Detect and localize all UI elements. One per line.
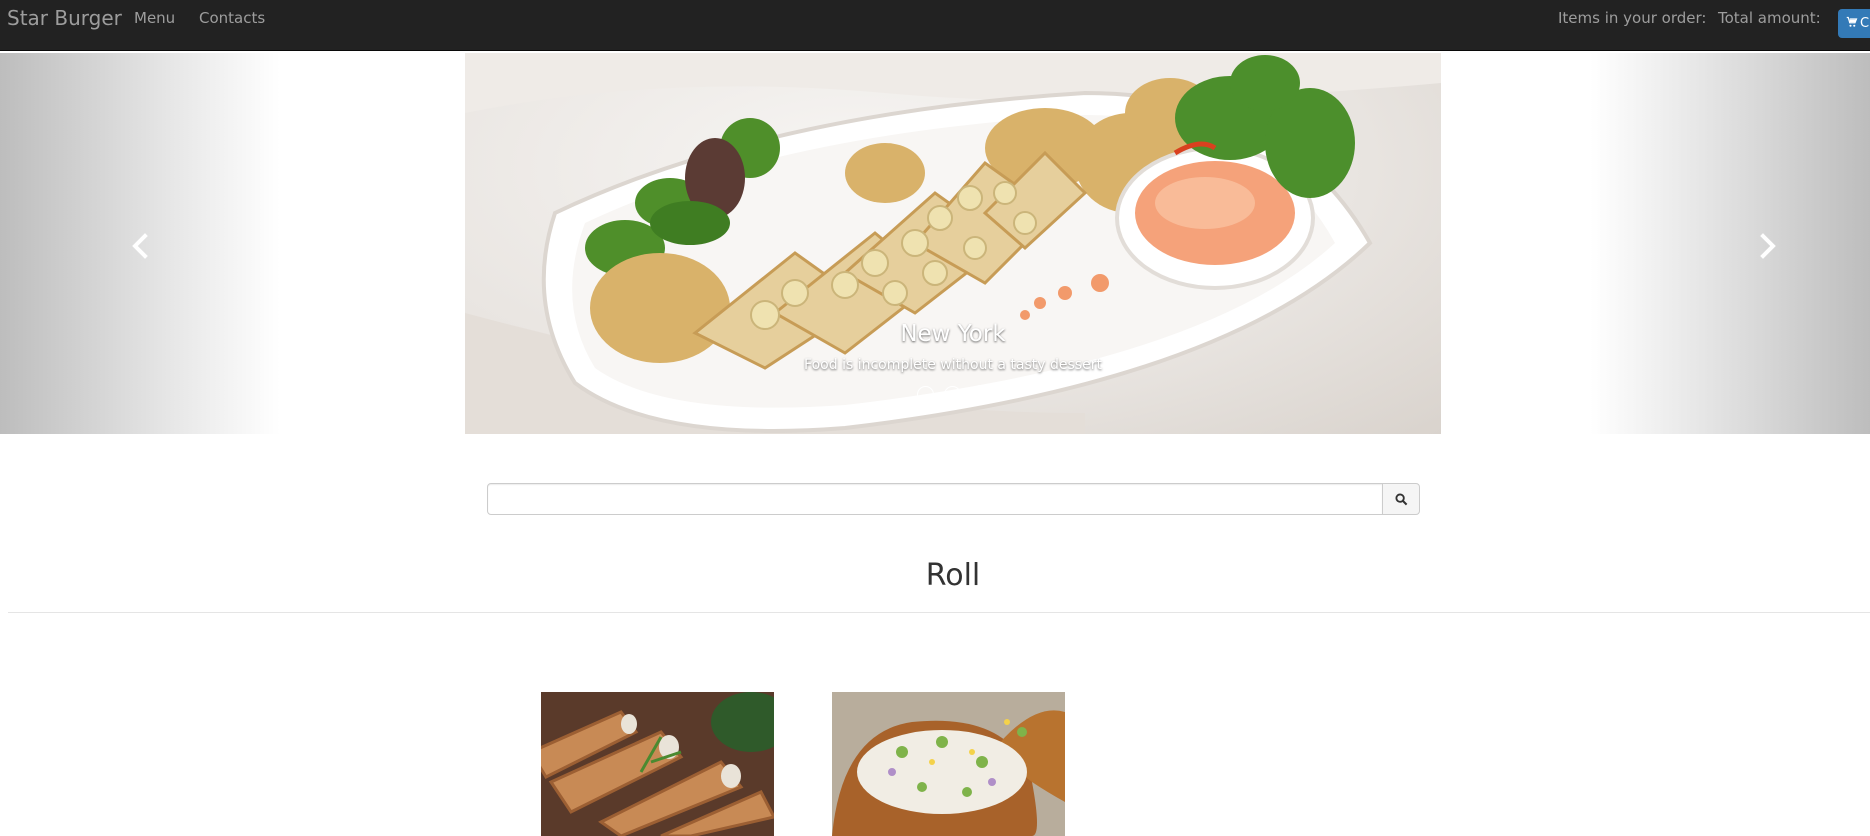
carousel: New York Food is incomplete without a ta… (0, 53, 1870, 434)
navbar: Star Burger Menu Contacts Items in your … (0, 0, 1870, 51)
food-platter-image (465, 53, 1441, 434)
lobster-roll-image (832, 692, 1065, 836)
chevron-left-icon (132, 233, 148, 259)
nav-link-menu[interactable]: Menu (134, 9, 175, 27)
product-image-2[interactable] (832, 692, 1065, 836)
carousel-indicators (465, 385, 1441, 404)
slide-title: New York (900, 321, 1006, 347)
carousel-next-button[interactable] (1752, 231, 1782, 261)
total-amount-label: Total amount: (1718, 9, 1821, 27)
search-icon (1394, 492, 1407, 505)
cart-icon (1846, 16, 1858, 32)
section-title: Roll (925, 558, 981, 593)
carousel-right-shade (1590, 53, 1870, 434)
search-button[interactable] (1382, 483, 1420, 515)
chevron-right-icon (1760, 233, 1776, 259)
section-divider (8, 612, 1870, 613)
order-items-label: Items in your order: (1558, 9, 1707, 27)
carousel-indicator-1[interactable] (916, 386, 934, 403)
carousel-prev-button[interactable] (126, 231, 156, 261)
carousel-indicator-2[interactable] (943, 386, 961, 403)
nav-link-contacts[interactable]: Contacts (199, 9, 265, 27)
search-input[interactable] (487, 483, 1383, 515)
product-image-1[interactable] (541, 692, 774, 836)
carousel-slide-image: New York Food is incomplete without a ta… (465, 53, 1441, 434)
slide-subtitle: Food is incomplete without a tasty desse… (804, 357, 1102, 373)
carousel-indicator-3[interactable] (970, 385, 990, 404)
spring-roll-image (541, 692, 774, 836)
cart-button-label: C (1860, 16, 1870, 31)
brand-link[interactable]: Star Burger (7, 6, 122, 30)
cart-button[interactable]: C (1838, 9, 1870, 38)
